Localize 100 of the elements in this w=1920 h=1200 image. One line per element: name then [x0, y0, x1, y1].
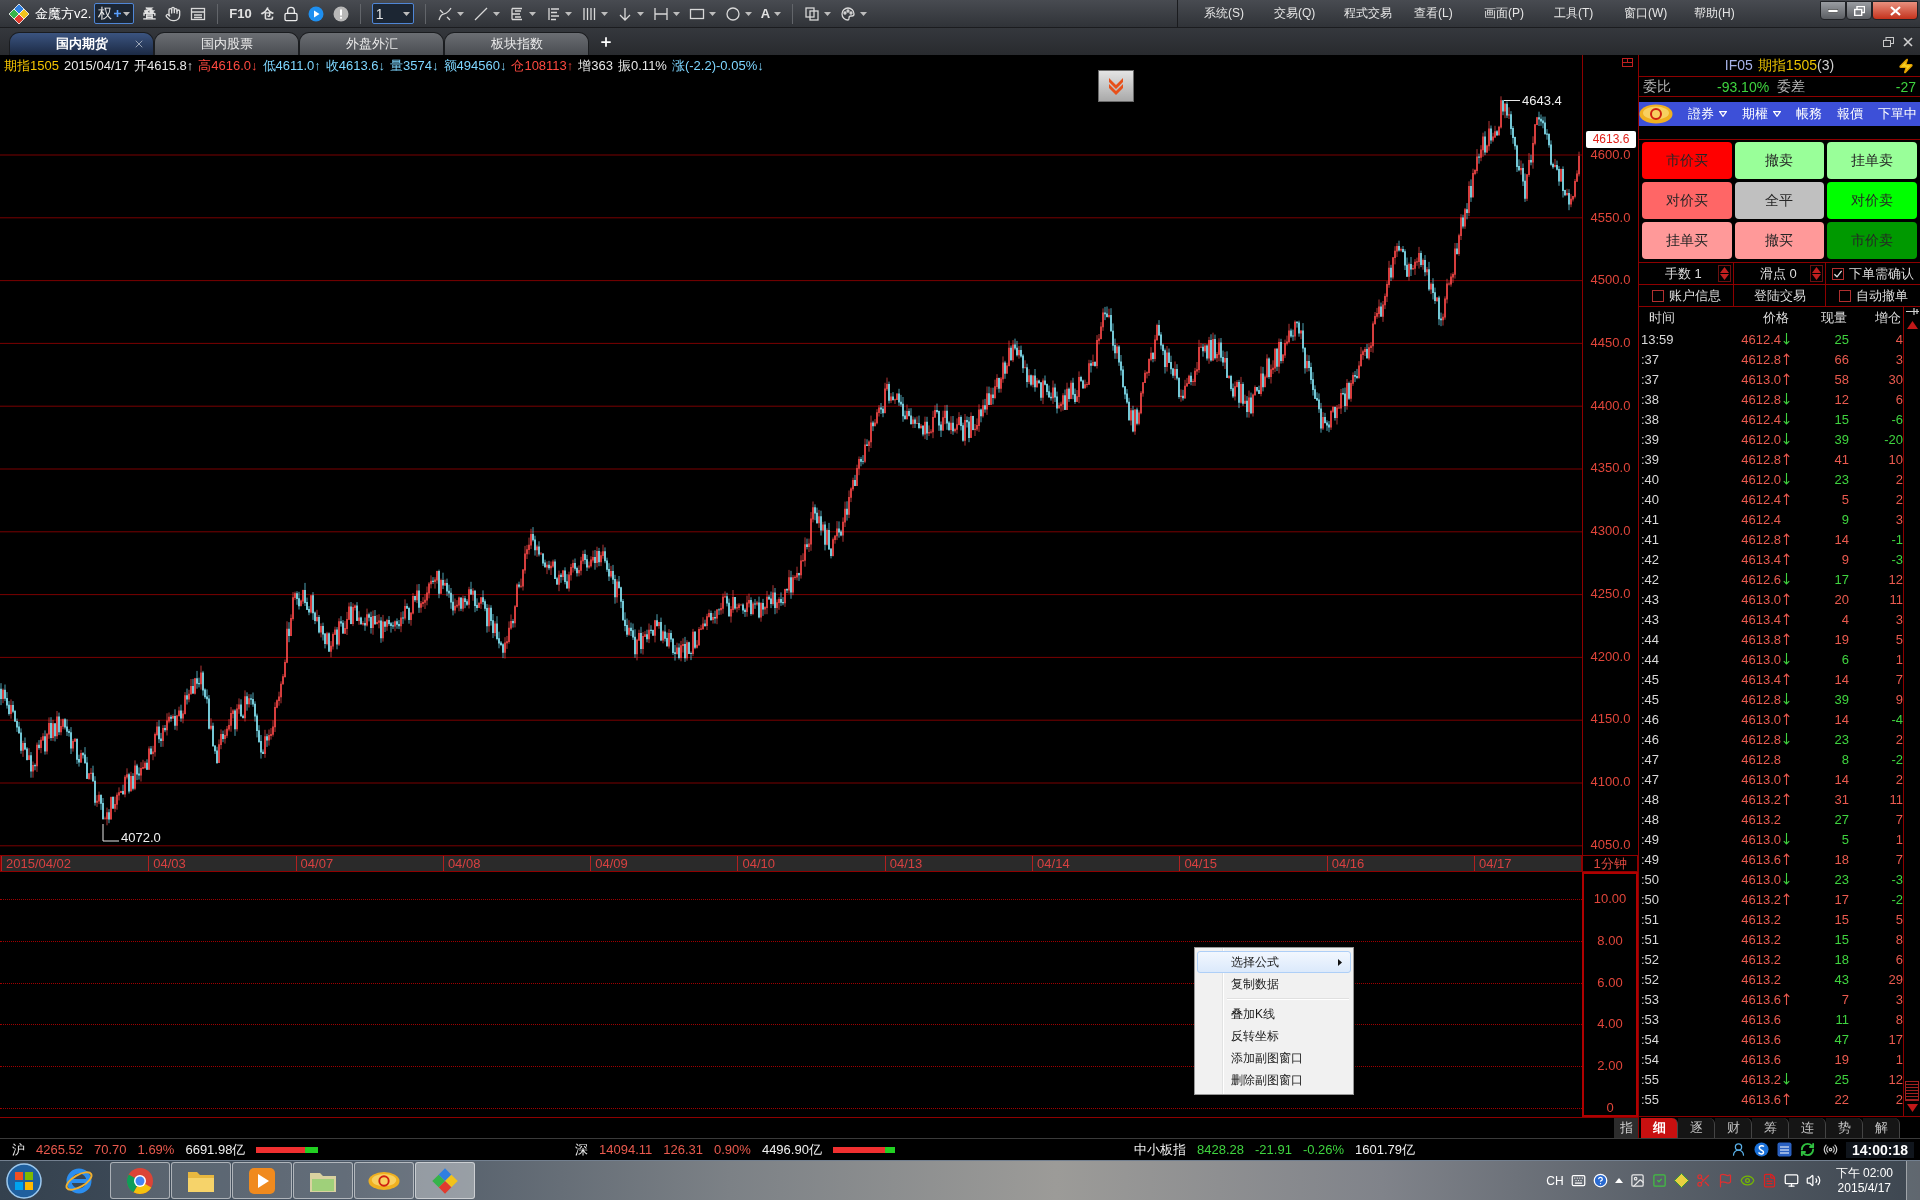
- palette-icon[interactable]: [840, 5, 857, 22]
- caret-down-icon[interactable]: [708, 11, 716, 16]
- monitor-icon[interactable]: [1783, 1173, 1799, 1188]
- clock-date[interactable]: 2015/4/17: [1837, 1180, 1891, 1196]
- scroll-down-icon[interactable]: [1906, 1104, 1918, 1112]
- close-button[interactable]: [1872, 1, 1918, 20]
- refresh-icon[interactable]: [1799, 1142, 1815, 1157]
- menu-item[interactable]: 交易(Q): [1274, 5, 1344, 22]
- caret-down-icon[interactable]: [824, 11, 832, 16]
- period-dropdown[interactable]: 1: [371, 3, 414, 24]
- spin-down-icon[interactable]: [1720, 274, 1729, 280]
- login-button[interactable]: 登陆交易: [1753, 286, 1806, 305]
- text-tool-button[interactable]: A: [760, 6, 771, 21]
- broker-menu-item[interactable]: 下單中: [1878, 105, 1917, 123]
- alert-icon[interactable]: [332, 5, 349, 22]
- tab[interactable]: 国内股票: [154, 32, 299, 55]
- tab[interactable]: 逐: [1678, 1117, 1715, 1138]
- order-button[interactable]: 对价买: [1642, 182, 1732, 219]
- restore-button[interactable]: [1846, 1, 1872, 20]
- caret-down-icon[interactable]: [774, 11, 782, 16]
- caret-down-icon[interactable]: [636, 11, 644, 16]
- position-button[interactable]: 仓: [260, 4, 274, 23]
- lock-icon[interactable]: [282, 5, 299, 22]
- taskbar-button[interactable]: [293, 1162, 353, 1199]
- caret-down-icon[interactable]: [860, 11, 868, 16]
- menu-item[interactable]: 帮助(H): [1694, 5, 1764, 22]
- plus-icon[interactable]: [599, 34, 613, 49]
- caret-down-icon[interactable]: [456, 11, 464, 16]
- antenna-icon[interactable]: [1822, 1142, 1838, 1157]
- scrollbar-thumb[interactable]: [1905, 1081, 1919, 1101]
- spin-down-icon[interactable]: [1812, 274, 1821, 280]
- checkbox[interactable]: [1838, 289, 1851, 302]
- minimize-button[interactable]: [1820, 1, 1846, 20]
- menu-item[interactable]: 系统(S): [1204, 5, 1274, 22]
- menu-item[interactable]: 添加副图窗口: [1197, 1047, 1351, 1069]
- keyboard-icon[interactable]: [1570, 1173, 1586, 1188]
- order-button[interactable]: 市价卖: [1827, 222, 1917, 259]
- order-button[interactable]: 全平: [1734, 182, 1825, 219]
- help-icon[interactable]: [1592, 1173, 1608, 1188]
- taskbar-button[interactable]: [232, 1162, 292, 1199]
- caret-down-icon[interactable]: [528, 11, 536, 16]
- tab[interactable]: 外盘外汇: [299, 32, 444, 55]
- f10-button[interactable]: F10: [229, 6, 252, 21]
- taskbar-button[interactable]: [171, 1162, 231, 1199]
- order-button[interactable]: 市价买: [1642, 142, 1732, 179]
- copy-icon[interactable]: [804, 5, 821, 22]
- restore-icon[interactable]: [1883, 36, 1894, 47]
- tab[interactable]: 国内期货: [9, 32, 154, 55]
- line-icon[interactable]: [472, 5, 489, 22]
- eye-icon[interactable]: [1739, 1173, 1755, 1188]
- caret-down-icon[interactable]: [672, 11, 680, 16]
- clock-time[interactable]: 下午 02:00: [1835, 1165, 1893, 1181]
- circle-icon[interactable]: [724, 5, 741, 22]
- tab[interactable]: 财: [1715, 1117, 1752, 1138]
- order-button[interactable]: 挂单卖: [1827, 142, 1917, 179]
- scroll-down-button[interactable]: [1098, 70, 1134, 102]
- language-indicator[interactable]: CH: [1546, 1173, 1564, 1188]
- tab[interactable]: 细: [1641, 1117, 1678, 1138]
- broker-menu-item[interactable]: 證券: [1688, 105, 1714, 123]
- tab[interactable]: 解: [1863, 1117, 1900, 1138]
- diamond-icon[interactable]: [1673, 1173, 1689, 1188]
- order-button[interactable]: 撤卖: [1734, 142, 1825, 179]
- pin-icon[interactable]: [1905, 307, 1919, 316]
- indicator-tab[interactable]: 指: [1614, 1118, 1638, 1138]
- close-icon[interactable]: [1903, 36, 1913, 47]
- measure-icon[interactable]: [652, 5, 669, 22]
- broker-menu-item[interactable]: 帳務: [1796, 105, 1822, 123]
- vertical-lines-icon[interactable]: [580, 5, 597, 22]
- menu-item[interactable]: 删除副图窗口: [1197, 1069, 1351, 1091]
- taskbar-button[interactable]: [110, 1162, 170, 1199]
- tab[interactable]: 连: [1789, 1117, 1826, 1138]
- menu-item[interactable]: 程式交易: [1344, 5, 1414, 22]
- speaker-icon[interactable]: [1805, 1173, 1821, 1188]
- swirl-icon[interactable]: [1753, 1142, 1769, 1157]
- tab[interactable]: 板块指数: [444, 32, 589, 55]
- caret-down-icon[interactable]: [1719, 111, 1727, 117]
- spin-up-icon[interactable]: [1812, 267, 1821, 273]
- spin-up-icon[interactable]: [1720, 267, 1729, 273]
- overlay-button[interactable]: 叠: [143, 4, 157, 23]
- tab[interactable]: 势: [1826, 1117, 1863, 1138]
- order-button[interactable]: 撤买: [1734, 222, 1825, 259]
- caret-down-icon[interactable]: [600, 11, 608, 16]
- tab[interactable]: 筹: [1752, 1117, 1789, 1138]
- menu-item[interactable]: 反转坐标: [1197, 1025, 1351, 1047]
- lightning-icon[interactable]: [1898, 57, 1914, 74]
- channel-icon[interactable]: [508, 5, 525, 22]
- lots-field[interactable]: 手数 1: [1665, 264, 1702, 283]
- caret-down-icon[interactable]: [564, 11, 572, 16]
- grid-icon[interactable]: [1776, 1142, 1792, 1157]
- panel-icon[interactable]: [190, 5, 207, 22]
- checkbox[interactable]: [1832, 267, 1844, 280]
- hand-icon[interactable]: [165, 5, 182, 22]
- taskbar-button[interactable]: [415, 1162, 475, 1199]
- slippage-field[interactable]: 滑点 0: [1760, 264, 1797, 283]
- broker-menu-item[interactable]: 報價: [1837, 105, 1863, 123]
- caret-down-icon[interactable]: [744, 11, 752, 16]
- close-icon[interactable]: [133, 38, 145, 50]
- taskbar-button[interactable]: [354, 1162, 414, 1199]
- broker-menu-item[interactable]: 期權: [1742, 105, 1768, 123]
- caret-down-icon[interactable]: [492, 11, 500, 16]
